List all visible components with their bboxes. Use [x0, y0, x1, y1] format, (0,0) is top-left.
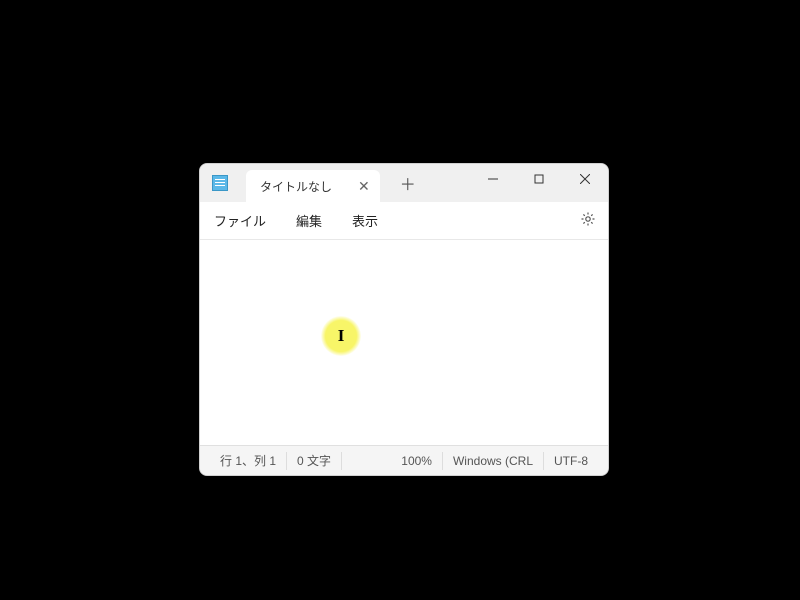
cursor-highlight: I	[321, 316, 361, 356]
status-zoom[interactable]: 100%	[391, 452, 443, 470]
text-editor-area[interactable]: I	[200, 240, 608, 445]
close-button[interactable]	[562, 164, 608, 194]
maximize-button[interactable]	[516, 164, 562, 194]
titlebar: タイトルなし ✕ ＋	[200, 164, 608, 202]
document-tab[interactable]: タイトルなし ✕	[246, 170, 380, 202]
menubar: ファイル 編集 表示	[200, 202, 608, 240]
menu-view[interactable]: 表示	[346, 207, 384, 234]
status-line-ending[interactable]: Windows (CRL	[443, 452, 544, 470]
notepad-icon	[212, 175, 228, 191]
status-encoding[interactable]: UTF-8	[544, 452, 598, 470]
text-cursor-icon: I	[338, 326, 345, 346]
minimize-button[interactable]	[470, 164, 516, 194]
notepad-window: タイトルなし ✕ ＋ ファイル 編集 表示 I	[199, 163, 609, 476]
status-position: 行 1、列 1	[210, 452, 287, 470]
menu-file[interactable]: ファイル	[208, 207, 272, 234]
status-char-count: 0 文字	[287, 452, 342, 470]
gear-icon[interactable]	[580, 211, 596, 230]
statusbar: 行 1、列 1 0 文字 100% Windows (CRL UTF-8	[200, 445, 608, 475]
new-tab-button[interactable]: ＋	[394, 169, 422, 197]
close-tab-icon[interactable]: ✕	[358, 178, 370, 195]
window-controls	[470, 164, 608, 194]
menu-edit[interactable]: 編集	[290, 207, 328, 234]
tab-title: タイトルなし	[260, 178, 332, 195]
